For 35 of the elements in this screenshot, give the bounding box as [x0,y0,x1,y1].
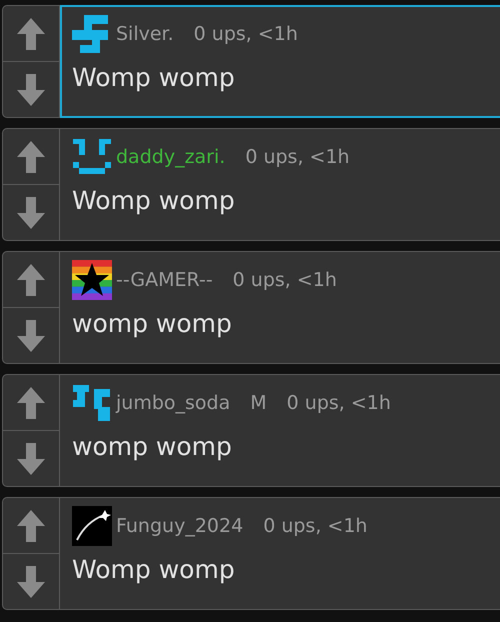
username[interactable]: Funguy_2024 [116,515,244,537]
username[interactable]: Silver. [116,23,174,45]
comment-text: Womp womp [72,186,236,215]
down-arrow-icon [16,196,46,230]
comment-meta: 0 ups, <1h [194,23,298,45]
comment-body[interactable]: Silver. 0 ups, <1h Womp womp [60,5,500,118]
up-arrow-icon [16,16,46,50]
comment-meta: 0 ups, <1h [245,146,350,168]
comet-icon [72,506,112,546]
blocks-icon [72,383,112,423]
username[interactable]: jumbo_soda [116,392,230,414]
comment-body[interactable]: daddy_zari. 0 ups, <1h Womp womp [60,128,500,241]
down-arrow-icon [16,442,46,476]
comment-text: womp womp [72,309,233,338]
comment-text: womp womp [72,432,233,461]
down-arrow-icon [16,72,46,106]
comment-meta: 0 ups, <1h [232,269,337,291]
role-label: M [250,392,267,414]
comment-body[interactable]: Funguy_2024 0 ups, <1h Womp womp [60,497,500,610]
up-arrow-icon [16,140,46,174]
smiley-face-icon [72,137,112,177]
down-arrow-icon [16,564,46,598]
up-arrow-icon [16,262,46,296]
comment-body[interactable]: jumbo_soda M 0 ups, <1h womp womp [60,374,500,487]
comment-text: Womp womp [72,63,236,92]
comment-meta: 0 ups, <1h [286,392,391,414]
username[interactable]: --GAMER-- [116,269,213,291]
comment-text: Womp womp [72,555,236,584]
username[interactable]: daddy_zari. [116,146,226,168]
comment-meta: 0 ups, <1h [263,515,368,537]
down-arrow-icon [16,318,46,352]
up-arrow-icon [16,386,46,420]
comment-body[interactable]: --GAMER-- 0 ups, <1h womp womp [60,251,500,364]
rainbow-star-icon [72,260,112,300]
up-arrow-icon [16,508,46,542]
